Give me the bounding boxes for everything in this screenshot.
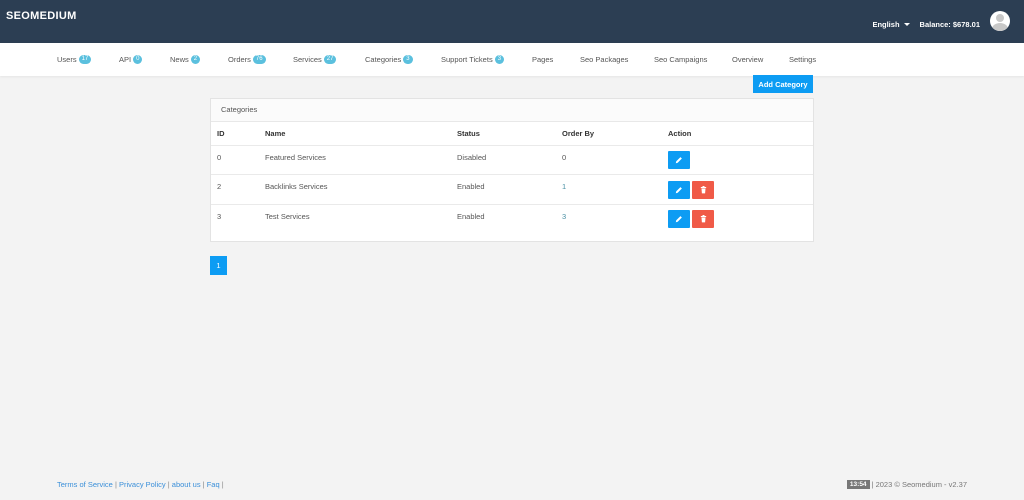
footer-links: Terms of Service | Privacy Policy | abou…: [57, 480, 224, 489]
categories-panel: Categories ID Name Status Order By Actio…: [210, 98, 814, 242]
edit-button[interactable]: [668, 181, 690, 199]
user-icon: [996, 14, 1004, 22]
delete-button[interactable]: [692, 181, 714, 199]
nav-item-categories[interactable]: Categories 3: [365, 55, 413, 64]
nav-item-settings[interactable]: Settings: [789, 55, 816, 64]
cell-name: Test Services: [265, 212, 310, 221]
divider: [211, 174, 813, 175]
edit-button[interactable]: [668, 151, 690, 169]
cell-id: 0: [217, 153, 222, 162]
chevron-down-icon: [903, 22, 910, 26]
delete-button[interactable]: [692, 210, 714, 228]
count-badge: 2: [190, 55, 201, 64]
cell-name: Backlinks Services: [265, 182, 328, 191]
nav-label: Settings: [789, 55, 817, 64]
column-header-id: ID: [217, 129, 225, 138]
nav-item-news[interactable]: News 2: [170, 55, 201, 64]
nav-label: Services: [293, 55, 322, 64]
cell-id: 3: [217, 212, 222, 221]
count-badge: 3: [494, 55, 505, 64]
nav-item-seo-packages[interactable]: Seo Packages: [580, 55, 628, 64]
divider: [211, 145, 813, 146]
cell-status: Enabled: [457, 182, 485, 191]
cell-id: 2: [217, 182, 222, 191]
pagination-page-1[interactable]: 1: [210, 256, 227, 275]
nav-item-seo-campaigns[interactable]: Seo Campaigns: [654, 55, 707, 64]
panel-title: Categories: [211, 99, 813, 122]
privacy-link[interactable]: Privacy Policy: [119, 480, 166, 489]
count-badge: 0: [133, 55, 143, 64]
brand-logo[interactable]: SEOMEDIUM: [6, 10, 77, 22]
nav-item-users[interactable]: Users 17: [57, 55, 92, 64]
cell-status: Disabled: [457, 153, 487, 162]
count-badge: 27: [323, 55, 337, 64]
avatar[interactable]: [990, 11, 1010, 31]
cell-order: 1: [562, 182, 567, 191]
footer-separator: |: [219, 480, 224, 489]
pencil-icon: [675, 157, 682, 164]
nav-label: Seo Packages: [580, 55, 629, 64]
column-header-order-by: Order By: [562, 129, 595, 138]
nav-item-pages[interactable]: Pages: [532, 55, 553, 64]
nav-label: Seo Campaigns: [654, 55, 708, 64]
balance-text: Balance: $678.01: [919, 19, 980, 29]
nav-item-services[interactable]: Services 27: [293, 55, 337, 64]
top-bar: SEOMEDIUM English Balance: $678.01: [0, 0, 1024, 43]
pencil-icon: [675, 187, 682, 194]
cell-status: Enabled: [457, 212, 485, 221]
time-badge: 13:54: [846, 480, 870, 489]
nav-label: Categories: [365, 55, 402, 64]
nav-item-overview[interactable]: Overview: [732, 55, 763, 64]
trash-icon: [700, 215, 706, 223]
nav-label: News: [170, 55, 189, 64]
trash-icon: [700, 186, 706, 194]
nav-item-support-tickets[interactable]: Support Tickets 3: [441, 55, 505, 64]
add-category-button[interactable]: Add Category: [753, 75, 813, 93]
language-label: English: [872, 19, 900, 29]
cell-order: 0: [562, 153, 567, 162]
copyright-text: | 2023 © Seomedium - v2.37: [871, 480, 967, 489]
footer-copyright: 13:54 | 2023 © Seomedium - v2.37: [846, 480, 967, 489]
column-header-action: Action: [668, 129, 692, 138]
top-right-area: English Balance: $678.01: [872, 11, 1010, 31]
nav-label: Support Tickets: [441, 55, 493, 64]
nav-label: API: [119, 55, 132, 64]
main-nav: Users 17 API 0 News 2 Orders 76 Services 27 C…: [0, 43, 1024, 76]
column-header-name: Name: [265, 129, 286, 138]
nav-label: Users: [57, 55, 77, 64]
edit-button[interactable]: [668, 210, 690, 228]
count-badge: 17: [78, 55, 92, 64]
nav-label: Orders: [228, 55, 251, 64]
nav-item-api[interactable]: API 0: [119, 55, 143, 64]
cell-name: Featured Services: [265, 153, 326, 162]
about-link[interactable]: about us: [172, 480, 201, 489]
faq-link[interactable]: Faq: [207, 480, 220, 489]
nav-item-orders[interactable]: Orders 76: [228, 55, 266, 64]
nav-label: Overview: [732, 55, 764, 64]
column-header-status: Status: [457, 129, 480, 138]
count-badge: 3: [403, 55, 413, 64]
user-icon-body: [992, 23, 1008, 31]
language-selector[interactable]: English: [872, 19, 910, 29]
divider: [211, 204, 813, 205]
count-badge: 76: [252, 55, 266, 64]
cell-order: 3: [562, 212, 567, 221]
pencil-icon: [675, 216, 682, 223]
nav-label: Pages: [532, 55, 554, 64]
terms-link[interactable]: Terms of Service: [57, 480, 113, 489]
